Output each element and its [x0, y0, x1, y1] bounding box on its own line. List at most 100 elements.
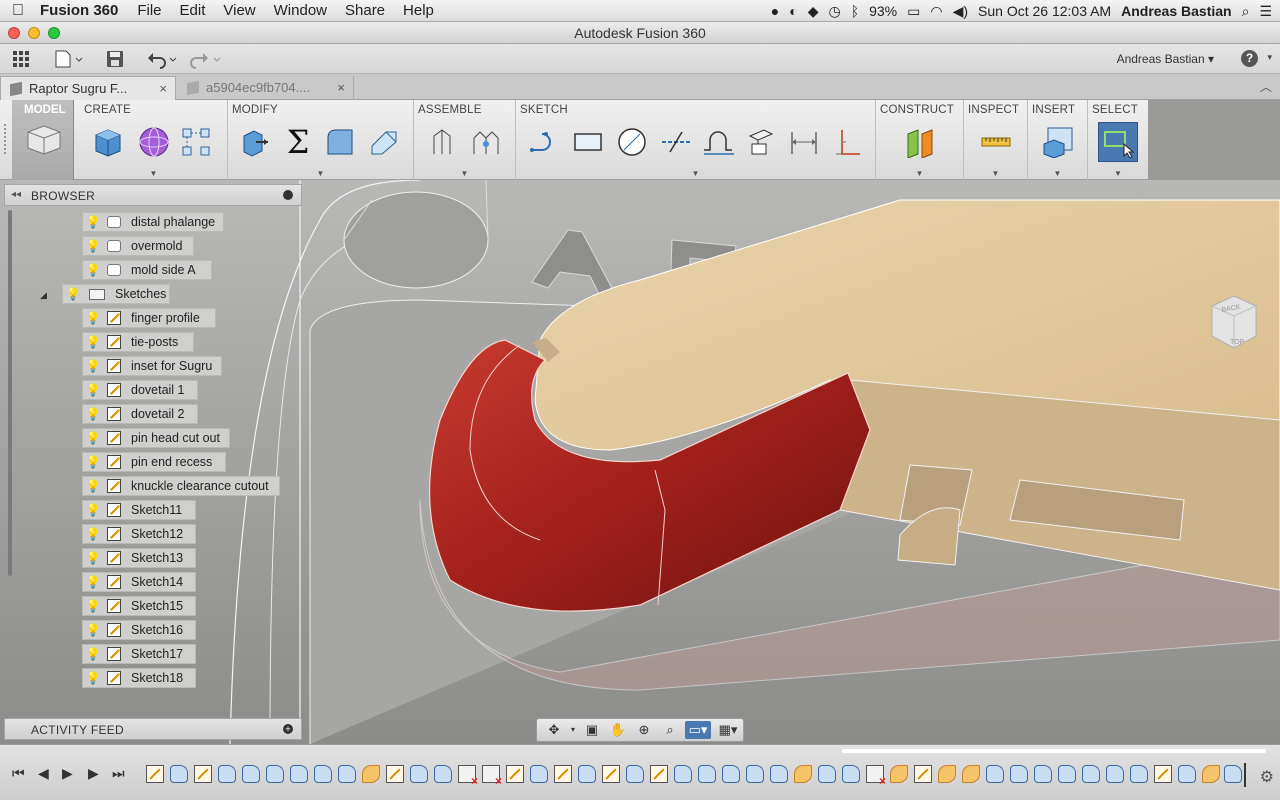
construct-panel-label[interactable]: CONSTRUCT: [880, 104, 954, 116]
menu-view[interactable]: View: [214, 2, 264, 19]
timeline-fillet-feature-icon[interactable]: [1130, 765, 1148, 783]
compute-sigma-icon[interactable]: Σ: [280, 123, 316, 161]
timeline-shell-feature-icon[interactable]: [746, 765, 764, 783]
menubar-clock[interactable]: Sun Oct 26 12:03 AM: [978, 3, 1111, 19]
visibility-lightbulb-icon[interactable]: 💡: [83, 671, 103, 685]
browser-sketch-item[interactable]: 💡 Sketch18: [82, 668, 196, 688]
visibility-lightbulb-icon[interactable]: 💡: [83, 455, 103, 469]
browser-sketch-item[interactable]: 💡 inset for Sugru: [82, 356, 222, 376]
browser-sketch-item[interactable]: 💡 Sketch14: [82, 572, 196, 592]
redo-icon[interactable]: [190, 49, 222, 69]
as-built-joint-icon[interactable]: [468, 124, 504, 160]
timeline-sketch-feature-icon[interactable]: [386, 765, 404, 783]
visibility-lightbulb-icon[interactable]: 💡: [83, 479, 103, 493]
timeline-body-feature-icon[interactable]: [338, 765, 356, 783]
tab-raptor-sugru[interactable]: Raptor Sugru F... ×: [0, 76, 176, 100]
select-dropdown-icon[interactable]: ▼: [1114, 169, 1122, 178]
visibility-lightbulb-icon[interactable]: 💡: [83, 335, 103, 349]
volume-icon[interactable]: ◀): [953, 3, 968, 20]
timeline-fillet-feature-icon[interactable]: [1082, 765, 1100, 783]
measure-icon[interactable]: [978, 124, 1014, 160]
visibility-lightbulb-icon[interactable]: 💡: [83, 215, 103, 229]
joint-icon[interactable]: [424, 124, 460, 160]
timeline-last-icon[interactable]: ⏭: [112, 765, 125, 782]
expand-sketches-icon[interactable]: ◢: [40, 290, 47, 301]
close-tab-icon[interactable]: ×: [337, 76, 345, 99]
battery-percent[interactable]: 93%: [869, 3, 897, 19]
viewcube-top-label[interactable]: TOP: [1230, 339, 1245, 346]
notification-center-icon[interactable]: ☰: [1259, 3, 1272, 20]
visibility-lightbulb-icon[interactable]: 💡: [83, 647, 103, 661]
help-button[interactable]: ?: [1241, 50, 1258, 67]
timeline-sketch-feature-icon[interactable]: [602, 765, 620, 783]
timeline-sketch-feature-icon[interactable]: [1154, 765, 1172, 783]
circle-icon[interactable]: [614, 124, 650, 160]
visibility-lightbulb-icon[interactable]: 💡: [63, 287, 83, 301]
browser-node-distal-phalange[interactable]: 💡 distal phalange: [82, 212, 224, 232]
offset-icon[interactable]: [700, 124, 736, 160]
timeline-extrude-feature-icon[interactable]: [674, 765, 692, 783]
inspect-panel-label[interactable]: INSPECT: [968, 104, 1019, 116]
timeline-next-icon[interactable]: ▶: [88, 765, 99, 782]
select-panel-label[interactable]: SELECT: [1092, 104, 1138, 116]
browser-scrollbar[interactable]: [8, 210, 12, 576]
assemble-dropdown-icon[interactable]: ▼: [461, 169, 469, 178]
dropbox-icon[interactable]: ◆: [808, 3, 819, 20]
visibility-lightbulb-icon[interactable]: 💡: [83, 551, 103, 565]
pan-icon[interactable]: ✋: [607, 721, 629, 739]
menu-edit[interactable]: Edit: [171, 2, 215, 19]
viewcube[interactable]: BACK TOP: [1208, 292, 1258, 352]
visibility-lightbulb-icon[interactable]: 💡: [83, 311, 103, 325]
apple-menu-icon[interactable]: : [0, 2, 36, 20]
visibility-lightbulb-icon[interactable]: 💡: [83, 359, 103, 373]
wifi-icon[interactable]: ◠: [930, 3, 942, 20]
workspace-switcher[interactable]: MODEL: [12, 100, 74, 180]
line-icon[interactable]: [526, 124, 562, 160]
inspect-dropdown-icon[interactable]: ▼: [992, 169, 1000, 178]
trim-icon[interactable]: [658, 124, 694, 160]
notification-icon[interactable]: ◐: [789, 3, 797, 19]
box-icon[interactable]: [90, 124, 126, 160]
create-dropdown-icon[interactable]: ▼: [150, 169, 158, 178]
minimize-window-button[interactable]: [28, 27, 40, 39]
browser-sketch-item[interactable]: 💡 pin head cut out: [82, 428, 230, 448]
orbit-icon[interactable]: ✥: [543, 721, 565, 739]
timeline-sketch-feature-icon[interactable]: [146, 765, 164, 783]
browser-sketch-item[interactable]: 💡 knuckle clearance cutout: [82, 476, 280, 496]
undo-icon[interactable]: [146, 49, 178, 69]
sphere-icon[interactable]: [136, 124, 172, 160]
assemble-panel-label[interactable]: ASSEMBLE: [418, 104, 482, 116]
timeline-fillet-feature-icon[interactable]: [314, 765, 332, 783]
sketch-dropdown-icon[interactable]: ▼: [692, 169, 700, 178]
browser-node-mold-side-a[interactable]: 💡 mold side A: [82, 260, 212, 280]
project-icon[interactable]: [742, 124, 778, 160]
timeline-move-feature-icon[interactable]: [986, 765, 1004, 783]
visibility-lightbulb-icon[interactable]: 💡: [83, 599, 103, 613]
spotlight-search-icon[interactable]: ⌕: [1242, 3, 1250, 20]
browser-sketch-item[interactable]: 💡 finger profile: [82, 308, 216, 328]
browser-header[interactable]: ◂◂ BROWSER: [4, 184, 302, 206]
timeline-first-icon[interactable]: ⏮: [12, 765, 25, 782]
battery-icon[interactable]: ▭: [907, 3, 920, 20]
menubar-user[interactable]: Andreas Bastian: [1121, 3, 1231, 19]
browser-sketch-item[interactable]: 💡 Sketch16: [82, 620, 196, 640]
activity-feed-header[interactable]: ACTIVITY FEED +: [4, 718, 302, 740]
timeline-tool-feature-icon[interactable]: [1202, 765, 1220, 783]
browser-folder-sketches[interactable]: 💡 Sketches: [62, 284, 170, 304]
activity-feed-expand-icon[interactable]: +: [283, 724, 293, 734]
timeline-tool-feature-icon[interactable]: [962, 765, 980, 783]
zoom-icon[interactable]: ⊕: [633, 721, 655, 739]
menu-window[interactable]: Window: [265, 2, 336, 19]
browser-sketch-item[interactable]: 💡 Sketch13: [82, 548, 196, 568]
timeline-sketch-feature-icon[interactable]: [506, 765, 524, 783]
browser-pin-icon[interactable]: [283, 190, 293, 200]
press-pull-icon[interactable]: [236, 124, 272, 160]
timeline-error-feature-icon[interactable]: [458, 765, 478, 788]
visibility-lightbulb-icon[interactable]: 💡: [83, 527, 103, 541]
browser-sketch-item[interactable]: 💡 Sketch15: [82, 596, 196, 616]
timeline-fillet-feature-icon[interactable]: [290, 765, 308, 783]
browser-sketch-item[interactable]: 💡 pin end recess: [82, 452, 226, 472]
timeline-combine-feature-icon[interactable]: [1058, 765, 1076, 783]
construct-dropdown-icon[interactable]: ▼: [916, 169, 924, 178]
app-menu[interactable]: Fusion 360: [36, 2, 128, 19]
